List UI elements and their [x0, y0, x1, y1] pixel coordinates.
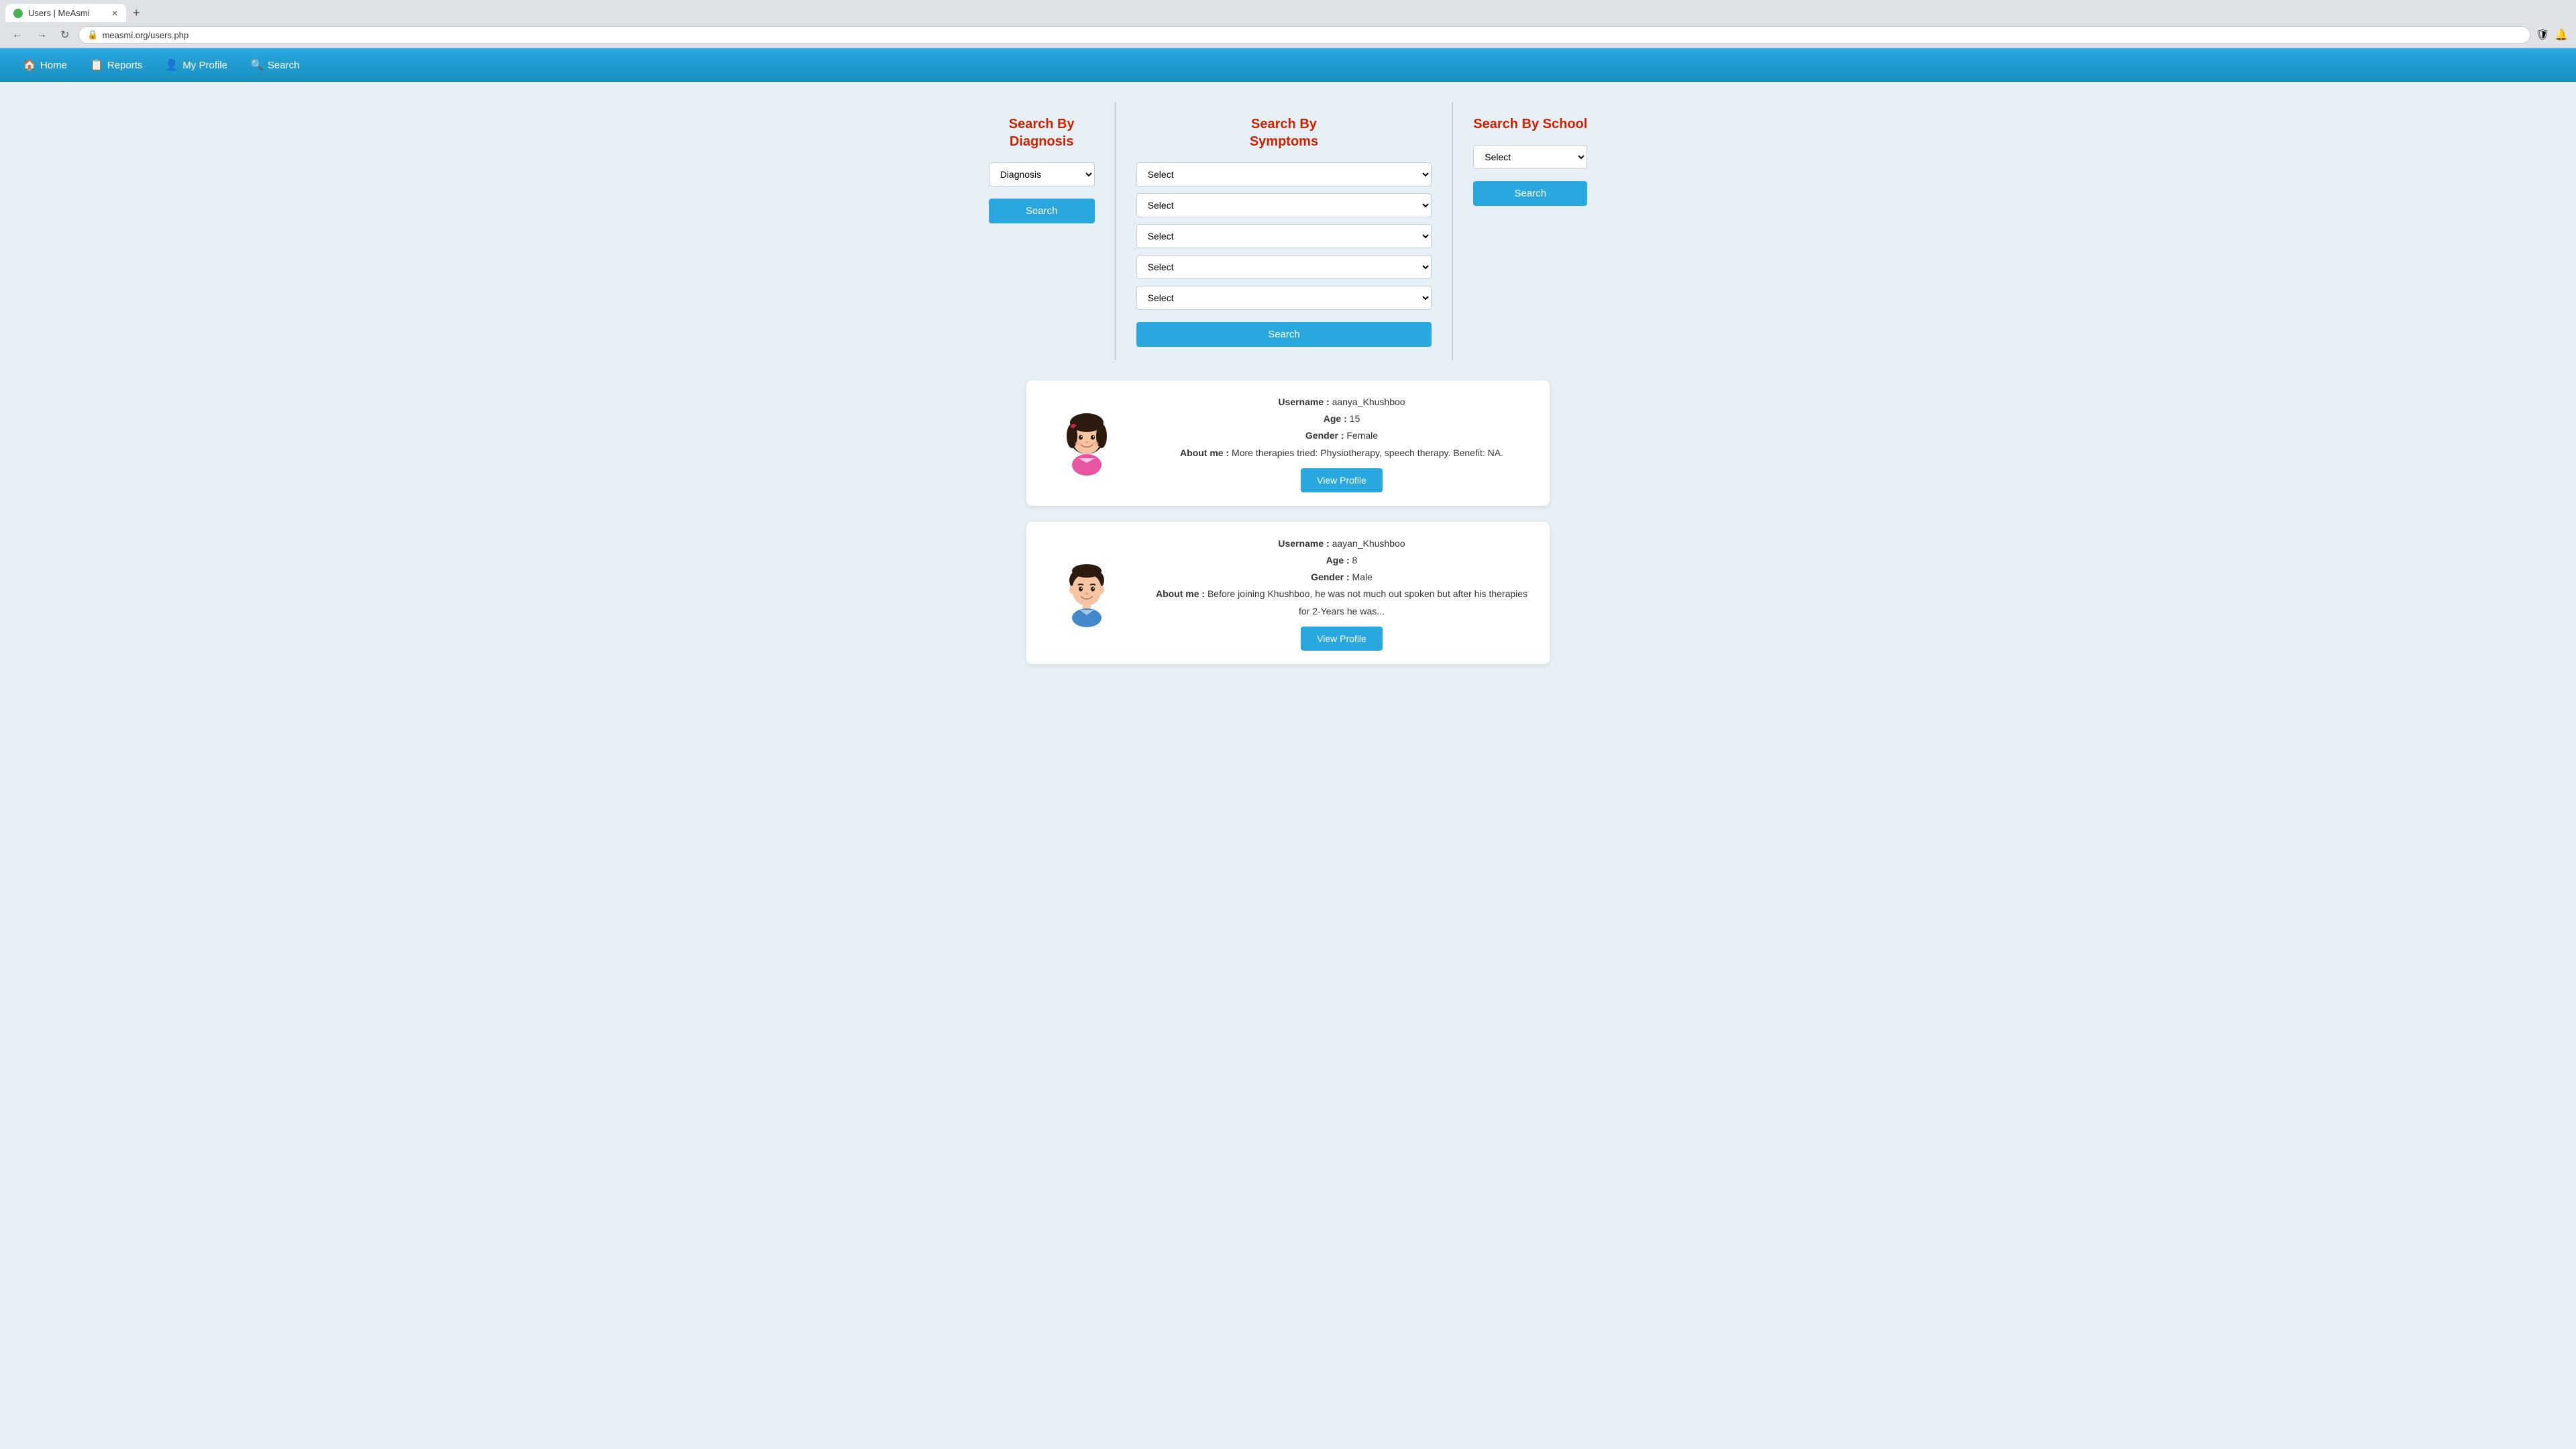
- symptoms-title: Search BySymptoms: [1136, 115, 1432, 150]
- profile-icon: 👤: [165, 58, 178, 72]
- search-by-diagnosis-section: Search ByDiagnosis Diagnosis ADHD Autism…: [969, 102, 1116, 360]
- view-profile-button-1[interactable]: View Profile: [1301, 468, 1383, 492]
- tab-bar: Users | MeAsmi ✕ +: [0, 0, 2576, 22]
- search-panel: Search ByDiagnosis Diagnosis ADHD Autism…: [13, 102, 2563, 360]
- view-profile-button-2[interactable]: View Profile: [1301, 627, 1383, 651]
- school-search-button[interactable]: Search: [1473, 181, 1587, 206]
- address-bar: ← → ↻ 🔒 measmi.org/users.php 🛡 🔔: [0, 22, 2576, 48]
- age-2: Age : 8: [1154, 552, 1529, 569]
- url-box[interactable]: 🔒 measmi.org/users.php: [78, 26, 2530, 44]
- url-text: measmi.org/users.php: [103, 30, 2522, 40]
- user-info-2: Username : aayan_Khushboo Age : 8 Gender…: [1154, 535, 1529, 651]
- lock-icon: 🔒: [87, 30, 98, 40]
- symptoms-search-button[interactable]: Search: [1136, 322, 1432, 347]
- gender-2: Gender : Male: [1154, 569, 1529, 586]
- symptom-select-4[interactable]: Select: [1136, 255, 1432, 279]
- about-2: About me : Before joining Khushboo, he w…: [1154, 586, 1529, 619]
- active-tab[interactable]: Users | MeAsmi ✕: [5, 4, 126, 22]
- nav-home-label: Home: [40, 60, 67, 71]
- extension-icons: 🛡 🔔: [2536, 28, 2568, 42]
- diagnosis-title: Search ByDiagnosis: [989, 115, 1095, 150]
- search-by-symptoms-section: Search BySymptoms Select Select Select S…: [1116, 102, 1454, 360]
- school-title: Search By School: [1473, 115, 1587, 133]
- age-1: Age : 15: [1154, 411, 1529, 427]
- girl-avatar: [1050, 406, 1124, 480]
- nav-reports-label: Reports: [107, 60, 143, 71]
- tab-close-button[interactable]: ✕: [111, 9, 118, 18]
- browser-chrome: Users | MeAsmi ✕ + ← → ↻ 🔒 measmi.org/us…: [0, 0, 2576, 48]
- nav-search-label: Search: [268, 60, 300, 71]
- username-1: Username : aanya_Khushboo: [1154, 394, 1529, 411]
- boy-avatar: [1050, 556, 1124, 630]
- search-by-school-section: Search By School Select Search: [1453, 102, 1607, 360]
- user-card-2: Username : aayan_Khushboo Age : 8 Gender…: [1026, 522, 1550, 664]
- refresh-button[interactable]: ↻: [56, 27, 73, 43]
- avatar-area-2: [1046, 553, 1127, 633]
- symptom-select-3[interactable]: Select: [1136, 224, 1432, 248]
- about-1: About me : More therapies tried: Physiot…: [1154, 445, 1529, 462]
- nav-my-profile[interactable]: 👤 My Profile: [156, 53, 237, 77]
- nav-reports[interactable]: 📋 Reports: [80, 53, 152, 77]
- user-info-1: Username : aanya_Khushboo Age : 15 Gende…: [1154, 394, 1529, 492]
- shield-icon: 🛡: [2536, 28, 2549, 42]
- tab-favicon: [13, 9, 23, 18]
- main-content: Search ByDiagnosis Diagnosis ADHD Autism…: [0, 82, 2576, 700]
- gender-1: Gender : Female: [1154, 427, 1529, 444]
- nav-profile-label: My Profile: [182, 60, 227, 71]
- back-button[interactable]: ←: [8, 28, 27, 42]
- school-select[interactable]: Select: [1473, 145, 1587, 169]
- forward-button[interactable]: →: [32, 28, 51, 42]
- symptom-select-1[interactable]: Select: [1136, 162, 1432, 186]
- user-card-1: Username : aanya_Khushboo Age : 15 Gende…: [1026, 380, 1550, 506]
- reports-icon: 📋: [90, 58, 103, 72]
- new-tab-button[interactable]: +: [129, 5, 144, 21]
- symptom-select-2[interactable]: Select: [1136, 193, 1432, 217]
- avatar-area-1: [1046, 402, 1127, 483]
- home-icon: 🏠: [23, 58, 36, 72]
- diagnosis-select[interactable]: Diagnosis ADHD Autism Dyslexia: [989, 162, 1095, 186]
- search-nav-icon: 🔍: [250, 58, 264, 72]
- navbar: 🏠 Home 📋 Reports 👤 My Profile 🔍 Search: [0, 48, 2576, 82]
- nav-search[interactable]: 🔍 Search: [241, 53, 309, 77]
- username-2: Username : aayan_Khushboo: [1154, 535, 1529, 552]
- symptom-select-5[interactable]: Select: [1136, 286, 1432, 310]
- diagnosis-search-button[interactable]: Search: [989, 199, 1095, 223]
- tab-title: Users | MeAsmi: [28, 8, 90, 18]
- notification-icon: 🔔: [2555, 28, 2568, 42]
- nav-home[interactable]: 🏠 Home: [13, 53, 76, 77]
